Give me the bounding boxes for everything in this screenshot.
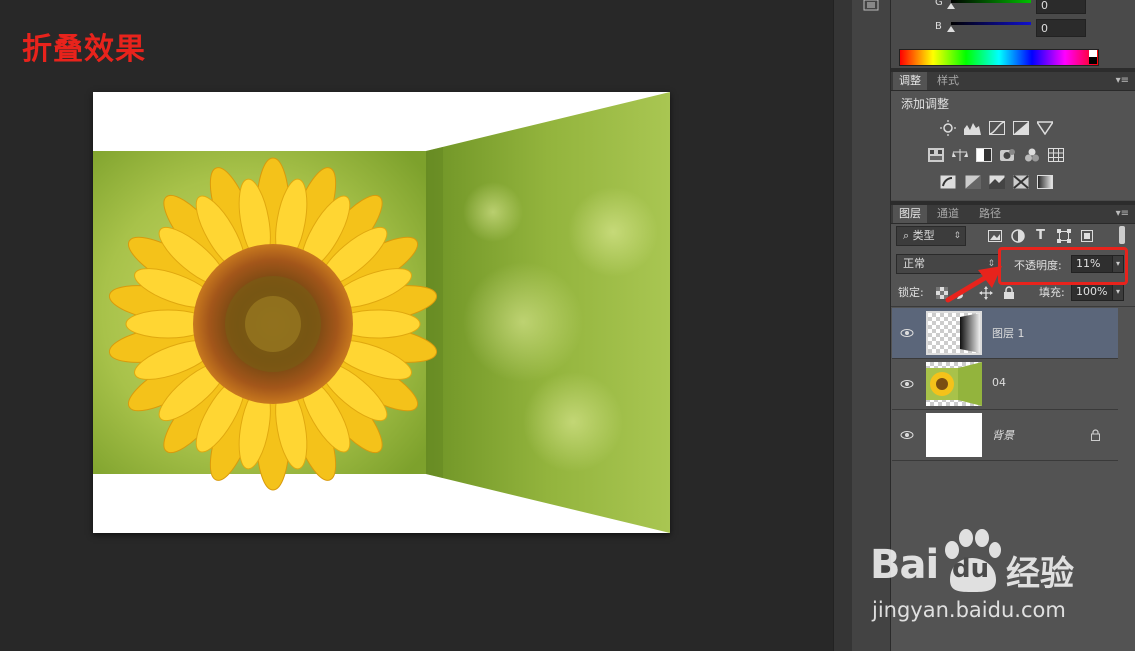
photo-filter-icon[interactable] xyxy=(999,147,1016,162)
exposure-icon[interactable] xyxy=(1012,120,1029,135)
invert-icon[interactable] xyxy=(939,174,956,189)
hue-saturation-icon[interactable] xyxy=(927,147,944,162)
b-value-field[interactable]: 0 xyxy=(1036,19,1086,37)
vibrance-icon[interactable] xyxy=(1036,120,1053,135)
gradient-map-icon[interactable] xyxy=(1036,174,1053,189)
layer-lock-icon xyxy=(1090,429,1101,444)
annotation-arrow-icon xyxy=(945,266,1002,303)
tab-styles[interactable]: 样式 xyxy=(931,72,965,90)
blend-mode-value: 正常 xyxy=(903,257,925,270)
g-value-field[interactable]: 0 xyxy=(1036,0,1086,14)
color-lookup-icon[interactable] xyxy=(1047,147,1064,162)
folded-image-artwork xyxy=(93,92,670,533)
color-balance-icon[interactable] xyxy=(951,147,968,162)
watermark-url: jingyan.baidu.com xyxy=(872,598,1066,622)
layer-thumbnail[interactable] xyxy=(926,311,982,355)
b-slider-handle[interactable] xyxy=(947,26,955,32)
fill-field[interactable]: 100% xyxy=(1071,283,1115,301)
visibility-eye-icon[interactable] xyxy=(900,377,914,391)
brightness-contrast-icon[interactable] xyxy=(939,119,956,136)
visibility-eye-icon[interactable] xyxy=(900,428,914,442)
tab-layers[interactable]: 图层 xyxy=(893,205,927,223)
white-swatch[interactable] xyxy=(1089,50,1097,57)
tab-paths[interactable]: 路径 xyxy=(973,205,1007,223)
color-panel: G 0 B 0 xyxy=(891,0,1135,70)
g-slider-handle[interactable] xyxy=(947,3,955,9)
overlay-title: 折叠效果 xyxy=(22,32,146,67)
layer-row[interactable]: 04 xyxy=(892,359,1118,410)
baidu-jingyan-watermark: Bai du 经验 jingyan.baidu.com xyxy=(870,528,1130,638)
lock-label: 锁定: xyxy=(898,286,924,299)
watermark-brand-left: Bai xyxy=(870,542,939,588)
layer-filter-dropdown[interactable]: ⌕ 类型 ⇕ xyxy=(896,226,966,246)
b-slider[interactable] xyxy=(951,22,1031,25)
fill-label: 填充: xyxy=(1039,286,1065,299)
filter-pixel-icon[interactable] xyxy=(986,228,1003,243)
tab-adjustments[interactable]: 调整 xyxy=(893,72,927,90)
visibility-eye-icon[interactable] xyxy=(900,326,914,340)
layer-row[interactable]: 背景 xyxy=(892,410,1118,461)
watermark-brand-right: du xyxy=(952,554,990,584)
layer-name[interactable]: 图层 1 xyxy=(992,325,1025,341)
filter-adjustment-icon[interactable] xyxy=(1009,228,1026,243)
fill-slider-arrow-icon[interactable]: ▾ xyxy=(1112,283,1124,301)
tab-channels[interactable]: 通道 xyxy=(931,205,965,223)
g-channel-label: G xyxy=(935,0,943,8)
levels-icon[interactable] xyxy=(964,120,981,135)
black-swatch[interactable] xyxy=(1089,57,1097,64)
filter-shape-icon[interactable] xyxy=(1055,228,1072,243)
panel-menu-icon[interactable]: ▾≡ xyxy=(1116,208,1129,219)
dock-collapse-strip[interactable] xyxy=(833,0,853,651)
layer-row[interactable]: 图层 1 xyxy=(892,308,1118,359)
channel-mixer-icon[interactable] xyxy=(1023,147,1040,162)
adjustments-tabbar: 调整 样式 ▾≡ xyxy=(891,72,1135,91)
filter-smart-object-icon[interactable] xyxy=(1078,228,1095,243)
add-adjustment-heading: 添加调整 xyxy=(901,97,950,111)
divider xyxy=(891,306,1135,307)
filter-toggle-switch[interactable] xyxy=(1119,226,1125,244)
filter-type-icon[interactable]: T xyxy=(1032,228,1049,243)
color-spectrum-ramp[interactable] xyxy=(899,49,1099,66)
document-canvas[interactable] xyxy=(93,92,670,533)
b-channel-label: B xyxy=(935,21,942,32)
curves-icon[interactable] xyxy=(988,120,1005,135)
layers-tabbar: 图层 通道 路径 ▾≡ xyxy=(891,205,1135,224)
layer-name[interactable]: 背景 xyxy=(992,427,1014,443)
annotation-highlight-box xyxy=(998,247,1128,285)
black-white-icon[interactable] xyxy=(975,147,992,162)
adjustments-body: 添加调整 xyxy=(891,91,1135,200)
selective-color-icon[interactable] xyxy=(1012,174,1029,189)
filter-kind-label: 类型 xyxy=(912,229,935,242)
watermark-brand-cn: 经验 xyxy=(1006,554,1074,594)
panel-menu-icon[interactable]: ▾≡ xyxy=(1116,75,1129,86)
threshold-icon[interactable] xyxy=(988,174,1005,189)
layer-thumbnail[interactable] xyxy=(926,362,982,406)
search-icon: ⌕ xyxy=(903,229,913,242)
g-slider[interactable] xyxy=(951,0,1031,3)
layer-name[interactable]: 04 xyxy=(992,376,1006,389)
layer-thumbnail[interactable] xyxy=(926,413,982,457)
posterize-icon[interactable] xyxy=(964,174,981,189)
updown-arrow-icon: ⇕ xyxy=(953,231,961,241)
panel-toggle-icon[interactable] xyxy=(862,0,880,12)
